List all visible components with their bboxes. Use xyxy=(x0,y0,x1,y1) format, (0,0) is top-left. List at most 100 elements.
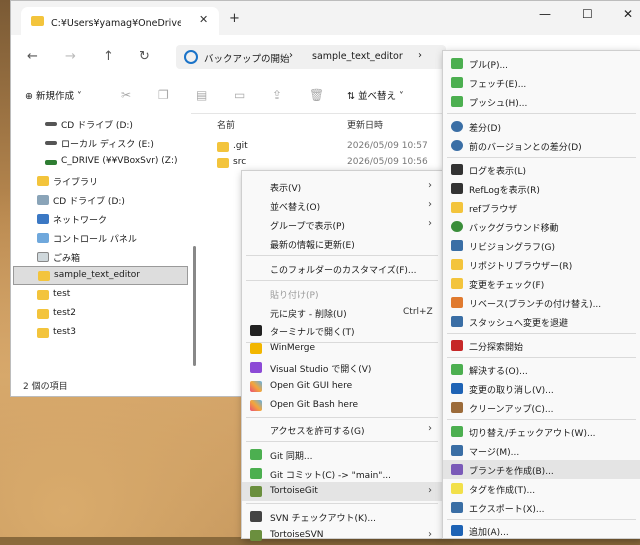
tab-close-icon[interactable]: ✕ xyxy=(199,13,208,26)
column-header-date[interactable]: 更新日時 xyxy=(347,118,383,131)
back-icon[interactable]: ← xyxy=(27,49,38,64)
menu-shortcut: Ctrl+Z xyxy=(403,307,433,317)
nav-item[interactable]: ごみ箱 xyxy=(11,248,186,267)
menu-item-label: 変更をチェック(F) xyxy=(469,281,545,291)
menu-item-undo[interactable]: 元に戻す - 削除(U) Ctrl+Z xyxy=(242,303,442,322)
menu-item-bisect[interactable]: 二分探索開始 xyxy=(443,336,640,355)
explorer-tab[interactable]: C:¥Users¥yamag¥OneDrive¥デ ✕ xyxy=(21,7,219,35)
tag-icon xyxy=(451,483,463,494)
breadcrumb-folder[interactable]: sample_text_editor xyxy=(312,51,403,62)
menu-item-group[interactable]: グループで表示(P) › xyxy=(242,215,442,234)
nav-item[interactable]: ローカル ディスク (E:) xyxy=(11,134,186,153)
menu-item-diff[interactable]: 差分(D) xyxy=(443,117,640,136)
menu-item-background-move[interactable]: バックグラウンド移動 xyxy=(443,217,640,236)
menu-item-git-gui[interactable]: Open Git GUI here xyxy=(242,377,442,396)
ref-browser-icon xyxy=(451,202,463,213)
diff-icon xyxy=(451,121,463,132)
menu-item-svn-checkout[interactable]: SVN チェックアウト(K)... xyxy=(242,507,442,526)
menu-item-create-tag[interactable]: タグを作成(T)... xyxy=(443,479,640,498)
menu-item-label: リベース(ブランチの付け替え)... xyxy=(469,300,602,310)
menu-item-cleanup[interactable]: クリーンアップ(C)... xyxy=(443,398,640,417)
menu-item-revert[interactable]: 変更の取り消し(V)... xyxy=(443,379,640,398)
breadcrumb-backup[interactable]: バックアップの開始 xyxy=(204,51,290,65)
rename-icon[interactable]: ▭ xyxy=(234,88,248,102)
nav-item[interactable]: CD ドライブ (D:) xyxy=(11,115,186,134)
menu-item-winmerge[interactable]: WinMerge xyxy=(242,339,442,358)
menu-item-switch[interactable]: 切り替え/チェックアウト(W)... xyxy=(443,422,640,441)
copy-icon[interactable]: ❐ xyxy=(158,88,172,102)
refresh-icon[interactable]: ↻ xyxy=(139,49,150,64)
menu-item-customize[interactable]: このフォルダーのカスタマイズ(F)... xyxy=(242,259,442,278)
chevron-right-icon: › xyxy=(428,529,432,540)
menu-item-show-log[interactable]: ログを表示(L) xyxy=(443,160,640,179)
menu-item-merge[interactable]: マージ(M)... xyxy=(443,441,640,460)
table-row[interactable]: .git 2026/05/09 10:57 xyxy=(211,139,441,155)
nav-item[interactable]: コントロール パネル xyxy=(11,229,186,248)
menu-item-pull[interactable]: プル(P)... xyxy=(443,54,640,73)
menu-item-fetch[interactable]: フェッチ(E)... xyxy=(443,73,640,92)
breadcrumb[interactable]: バックアップの開始 › sample_text_editor › xyxy=(176,45,446,69)
menu-item-check-changes[interactable]: 変更をチェック(F) xyxy=(443,274,640,293)
menu-item-push[interactable]: プッシュ(H)... xyxy=(443,92,640,111)
forward-icon[interactable]: → xyxy=(65,49,76,64)
menu-item-diff-prev[interactable]: 前のバージョンとの差分(D) xyxy=(443,136,640,155)
backup-icon xyxy=(184,50,198,64)
menu-item-repo-browser[interactable]: リポジトリブラウザー(R) xyxy=(443,255,640,274)
table-row[interactable]: src 2026/05/09 10:56 xyxy=(211,155,441,171)
sort-button[interactable]: ⇅ 並べ替え ˅ xyxy=(347,88,404,102)
share-icon[interactable]: ⇪ xyxy=(272,88,286,102)
menu-item-export[interactable]: エクスポート(X)... xyxy=(443,498,640,517)
new-button-label: 新規作成 xyxy=(35,91,74,102)
menu-item-paste[interactable]: 貼り付け(P) xyxy=(242,284,442,303)
nav-item[interactable]: test xyxy=(11,286,186,305)
menu-item-label: バックグラウンド移動 xyxy=(469,224,559,234)
column-header-name[interactable]: 名前 xyxy=(217,118,235,131)
nav-item[interactable]: test2 xyxy=(11,305,186,324)
nav-item[interactable]: ライブラリ xyxy=(11,172,186,191)
nav-item[interactable]: ネットワーク xyxy=(11,210,186,229)
menu-item-git-bash[interactable]: Open Git Bash here xyxy=(242,396,442,415)
visual-studio-icon xyxy=(250,362,262,373)
menu-item-reflog[interactable]: RefLogを表示(R) xyxy=(443,179,640,198)
maximize-button[interactable]: ☐ xyxy=(582,7,593,21)
menu-item-rebase[interactable]: リベース(ブランチの付け替え)... xyxy=(443,293,640,312)
nav-item[interactable]: C_DRIVE (¥¥VBoxSvr) (Z:) xyxy=(11,153,186,172)
menu-item-git-sync[interactable]: Git 同期... xyxy=(242,445,442,464)
menu-item-resolve[interactable]: 解決する(O)... xyxy=(443,360,640,379)
minimize-button[interactable]: — xyxy=(539,7,551,21)
menu-item-create-branch[interactable]: ブランチを作成(B)... xyxy=(443,460,640,479)
menu-item-sort[interactable]: 並べ替え(O) › xyxy=(242,196,442,215)
menu-item-add[interactable]: 追加(A)... xyxy=(443,521,640,540)
new-button[interactable]: ⊕ 新規作成 ˅ xyxy=(25,88,82,102)
menu-item-revision-graph[interactable]: リビジョングラフ(G) xyxy=(443,236,640,255)
up-icon[interactable]: ↑ xyxy=(103,49,114,64)
nav-item-selected[interactable]: sample_text_editor xyxy=(13,266,188,285)
paste-icon[interactable]: ▤ xyxy=(196,88,210,102)
menu-item-visual-studio[interactable]: Visual Studio で開く(V) xyxy=(242,358,442,377)
menu-item-access[interactable]: アクセスを許可する(G) › xyxy=(242,420,442,439)
cleanup-icon xyxy=(451,402,463,413)
cd-icon xyxy=(37,195,49,205)
close-button[interactable]: ✕ xyxy=(623,7,633,21)
menu-item-git-commit[interactable]: Git コミット(C) -> "main"... xyxy=(242,464,442,483)
menu-item-view[interactable]: 表示(V) › xyxy=(242,177,442,196)
tortoisegit-icon xyxy=(250,486,262,497)
folder-icon xyxy=(217,142,229,152)
delete-icon[interactable]: 🗑 xyxy=(309,88,324,102)
menu-item-refresh[interactable]: 最新の情報に更新(E) xyxy=(242,234,442,253)
menu-item-ref-browser[interactable]: refブラウザ xyxy=(443,198,640,217)
menu-item-tortoisesvn[interactable]: TortoiseSVN › xyxy=(242,526,442,545)
network-icon xyxy=(37,214,49,224)
nav-item[interactable]: CD ドライブ (D:) xyxy=(11,191,186,210)
menu-item-label: RefLogを表示(R) xyxy=(469,186,540,196)
new-tab-button[interactable]: + xyxy=(229,11,240,26)
chevron-right-icon: › xyxy=(428,423,432,434)
recycle-bin-icon xyxy=(37,252,49,262)
nav-scrollbar[interactable] xyxy=(193,246,196,366)
menu-item-terminal[interactable]: ターミナルで開く(T) xyxy=(242,321,442,340)
menu-item-label: 追加(A)... xyxy=(469,528,509,538)
nav-item[interactable]: test3 xyxy=(11,324,186,343)
menu-item-stash[interactable]: スタッシュへ変更を退避 xyxy=(443,312,640,331)
menu-item-tortoisegit[interactable]: TortoiseGit › xyxy=(242,482,442,501)
cut-icon[interactable]: ✂ xyxy=(121,88,135,102)
